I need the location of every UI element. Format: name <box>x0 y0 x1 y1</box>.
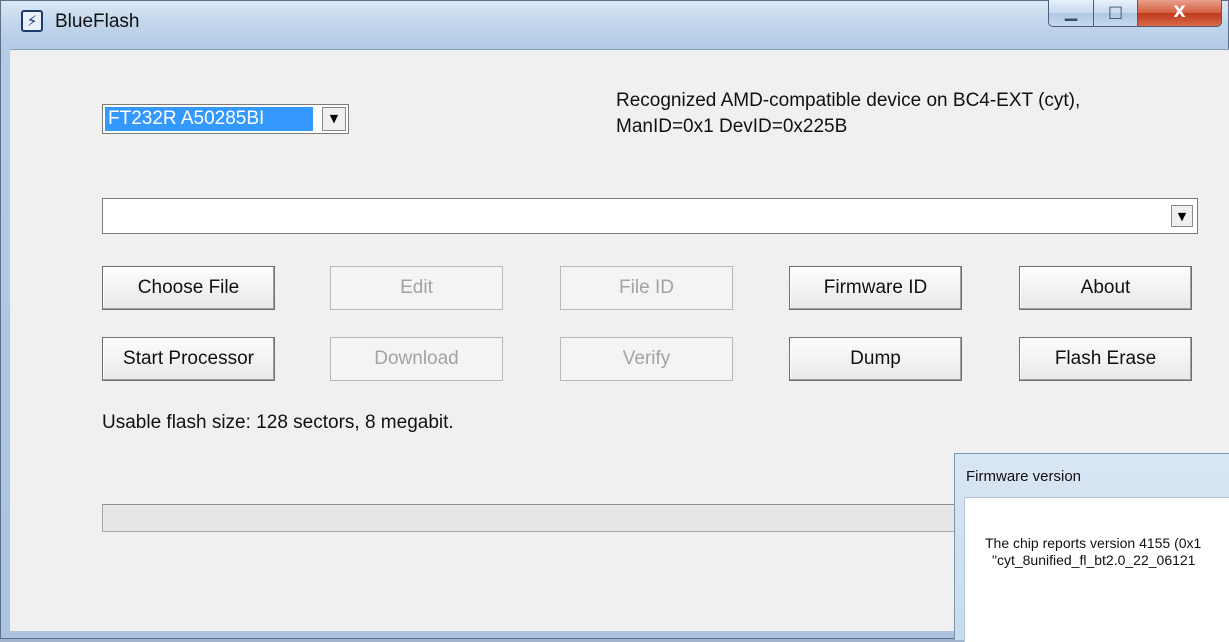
chevron-down-icon[interactable]: ▼ <box>322 107 346 131</box>
device-select[interactable]: FT232R A50285BI ▼ <box>102 104 349 134</box>
firmware-id-button[interactable]: Firmware ID <box>789 266 962 310</box>
device-status-line-1: Recognized AMD-compatible device on BC4-… <box>616 90 1081 111</box>
dialog-message-line-2: "cyt_8unified_fl_bt2.0_22_06121 <box>992 552 1196 568</box>
about-button[interactable]: About <box>1019 266 1192 310</box>
download-button[interactable]: Download <box>330 337 503 381</box>
device-status-line-2: ManID=0x1 DevID=0x225B <box>616 116 848 137</box>
choose-file-button[interactable]: Choose File <box>102 266 275 310</box>
maximize-button[interactable]: □ <box>1094 0 1138 27</box>
title-bar[interactable]: ⚡ BlueFlash ▁ □ X <box>1 0 1228 49</box>
blueflash-window: ⚡ BlueFlash ▁ □ X FT232R A50285BI ▼ Reco… <box>0 0 1229 642</box>
flash-size-label: Usable flash size: 128 sectors, 8 megabi… <box>102 412 454 433</box>
dialog-body: The chip reports version 4155 (0x1 "cyt_… <box>964 497 1229 642</box>
device-selected-value: FT232R A50285BI <box>105 107 313 131</box>
file-path-combo[interactable]: ▼ <box>102 198 1198 234</box>
chevron-down-icon[interactable]: ▼ <box>1171 205 1193 227</box>
flash-erase-button[interactable]: Flash Erase <box>1019 337 1192 381</box>
dump-button[interactable]: Dump <box>789 337 962 381</box>
edit-button[interactable]: Edit <box>330 266 503 310</box>
dialog-message-line-1: The chip reports version 4155 (0x1 <box>985 535 1202 551</box>
window-controls: ▁ □ X <box>1048 0 1222 29</box>
minimize-button[interactable]: ▁ <box>1048 0 1094 27</box>
verify-button[interactable]: Verify <box>560 337 733 381</box>
progress-bar <box>102 504 962 532</box>
window-title: BlueFlash <box>55 11 140 32</box>
start-processor-button[interactable]: Start Processor <box>102 337 275 381</box>
firmware-version-dialog: Firmware version The chip reports versio… <box>954 453 1229 642</box>
close-button[interactable]: X <box>1138 0 1222 27</box>
dialog-title[interactable]: Firmware version <box>966 468 1081 485</box>
blueflash-app-icon: ⚡ <box>21 10 43 32</box>
file-id-button[interactable]: File ID <box>560 266 733 310</box>
